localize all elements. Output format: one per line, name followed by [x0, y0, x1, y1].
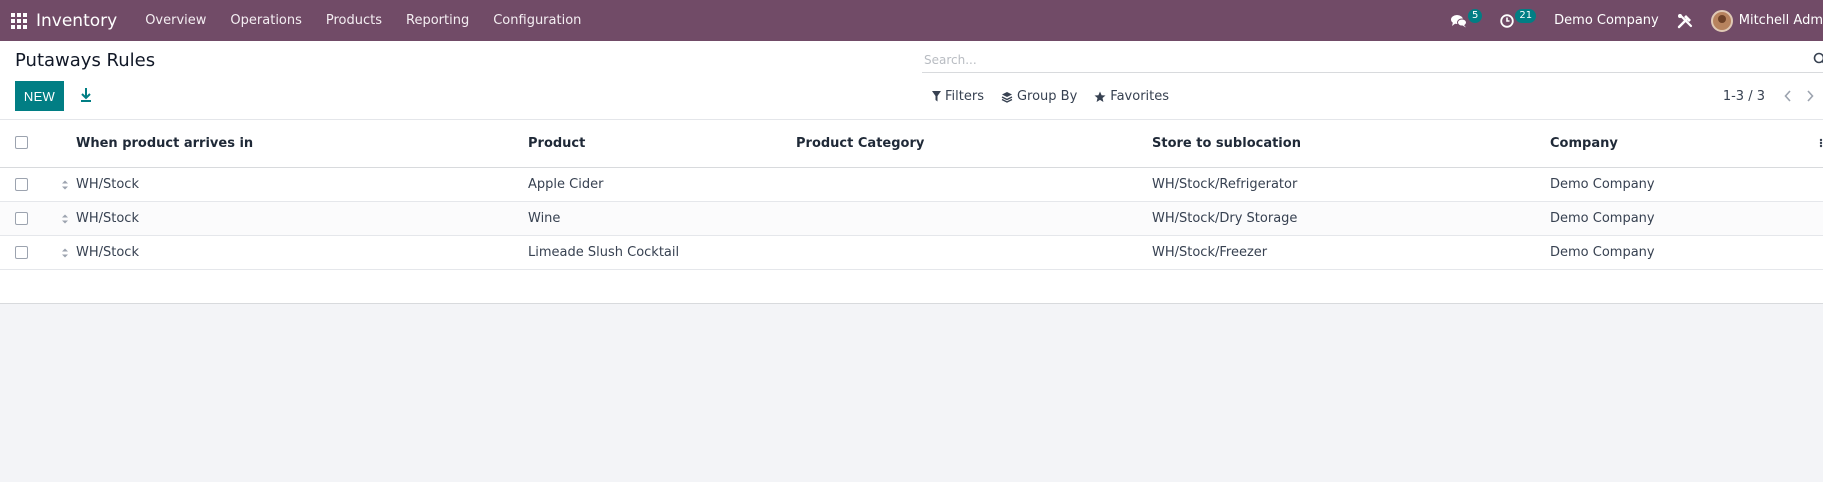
chat-bubbles-icon	[1451, 14, 1468, 27]
cell-company: Demo Company	[1550, 177, 1655, 192]
list-view: When product arrives in Product Product …	[0, 119, 1823, 304]
search-bar	[922, 47, 1823, 73]
row-checkbox[interactable]	[15, 212, 28, 225]
drag-handle-icon[interactable]	[60, 212, 70, 226]
messages-button[interactable]: 5	[1451, 8, 1483, 28]
debug-tools-icon[interactable]	[1677, 13, 1693, 29]
new-button[interactable]: NEW	[15, 81, 64, 111]
menu-products[interactable]: Products	[314, 13, 394, 28]
cell-product: Apple Cider	[528, 177, 604, 192]
empty-table-row	[0, 270, 1823, 304]
app-menu-grid-icon[interactable]	[11, 12, 27, 29]
search-icon[interactable]	[1813, 52, 1823, 66]
app-name[interactable]: Inventory	[36, 11, 117, 31]
drag-handle-icon[interactable]	[60, 246, 70, 260]
column-header-product[interactable]: Product	[528, 136, 585, 151]
column-header-product-category[interactable]: Product Category	[796, 136, 924, 151]
cell-company: Demo Company	[1550, 245, 1655, 260]
select-all-checkbox[interactable]	[15, 136, 28, 149]
cell-product: Wine	[528, 211, 561, 226]
user-name: Mitchell Adm	[1738, 13, 1823, 28]
pager: 1-3 / 3	[1723, 88, 1823, 104]
company-switcher[interactable]: Demo Company	[1554, 13, 1659, 28]
activities-button[interactable]: 21	[1500, 8, 1537, 28]
chevron-right-icon	[1807, 90, 1814, 102]
pager-previous-button[interactable]	[1779, 88, 1797, 104]
table-row[interactable]: WH/Stock Apple Cider WH/Stock/Refrigerat…	[0, 168, 1823, 202]
table-row[interactable]: WH/Stock Limeade Slush Cocktail WH/Stock…	[0, 236, 1823, 270]
table-header: When product arrives in Product Product …	[0, 120, 1823, 168]
favorites-dropdown[interactable]: Favorites	[1094, 89, 1169, 104]
menu-configuration[interactable]: Configuration	[481, 13, 593, 28]
column-header-store-to-sublocation[interactable]: Store to sublocation	[1152, 136, 1301, 151]
download-icon[interactable]	[78, 86, 94, 104]
menu-operations[interactable]: Operations	[218, 13, 313, 28]
cell-store-to-sublocation: WH/Stock/Dry Storage	[1152, 211, 1298, 226]
column-header-company[interactable]: Company	[1550, 136, 1618, 151]
layers-icon	[1001, 91, 1013, 103]
table-row[interactable]: WH/Stock Wine WH/Stock/Dry Storage Demo …	[0, 202, 1823, 236]
activities-count-badge: 21	[1515, 8, 1537, 23]
optional-columns-toggle-icon[interactable]	[1817, 136, 1823, 150]
cell-product: Limeade Slush Cocktail	[528, 245, 680, 260]
menu-overview[interactable]: Overview	[133, 13, 218, 28]
favorites-label: Favorites	[1110, 89, 1170, 104]
filters-label: Filters	[945, 89, 984, 104]
row-checkbox[interactable]	[15, 178, 28, 191]
user-menu[interactable]: Mitchell Adm	[1710, 9, 1823, 32]
filters-dropdown[interactable]: Filters	[932, 89, 984, 104]
column-header-location-in[interactable]: When product arrives in	[76, 136, 253, 151]
cell-location-in: WH/Stock	[76, 211, 139, 226]
funnel-icon	[932, 91, 941, 102]
pager-value[interactable]: 1-3 / 3	[1723, 89, 1765, 104]
drag-handle-icon[interactable]	[60, 178, 70, 192]
cell-company: Demo Company	[1550, 211, 1655, 226]
cell-location-in: WH/Stock	[76, 177, 139, 192]
control-panel: Putaways Rules NEW Filters Group By	[0, 41, 1823, 119]
menu-reporting[interactable]: Reporting	[394, 13, 481, 28]
search-input[interactable]	[922, 52, 1782, 67]
group-by-label: Group By	[1016, 89, 1078, 104]
cell-store-to-sublocation: WH/Stock/Refrigerator	[1152, 177, 1298, 192]
row-checkbox[interactable]	[15, 246, 28, 259]
top-navbar: Inventory Overview Operations Products R…	[0, 0, 1823, 41]
systray: 5 21 Demo Company Mitchell Adm	[1451, 0, 1823, 41]
cell-store-to-sublocation: WH/Stock/Freezer	[1152, 245, 1268, 260]
clock-icon	[1500, 13, 1515, 28]
chevron-left-icon	[1784, 90, 1791, 102]
search-options: Filters Group By Favorites	[932, 89, 1186, 104]
pager-next-button[interactable]	[1801, 88, 1819, 104]
cell-location-in: WH/Stock	[76, 245, 139, 260]
messages-count-badge: 5	[1468, 8, 1483, 23]
page-title: Putaways Rules	[15, 50, 156, 71]
avatar	[1710, 9, 1733, 32]
group-by-dropdown[interactable]: Group By	[1001, 89, 1077, 104]
star-icon	[1094, 91, 1106, 102]
